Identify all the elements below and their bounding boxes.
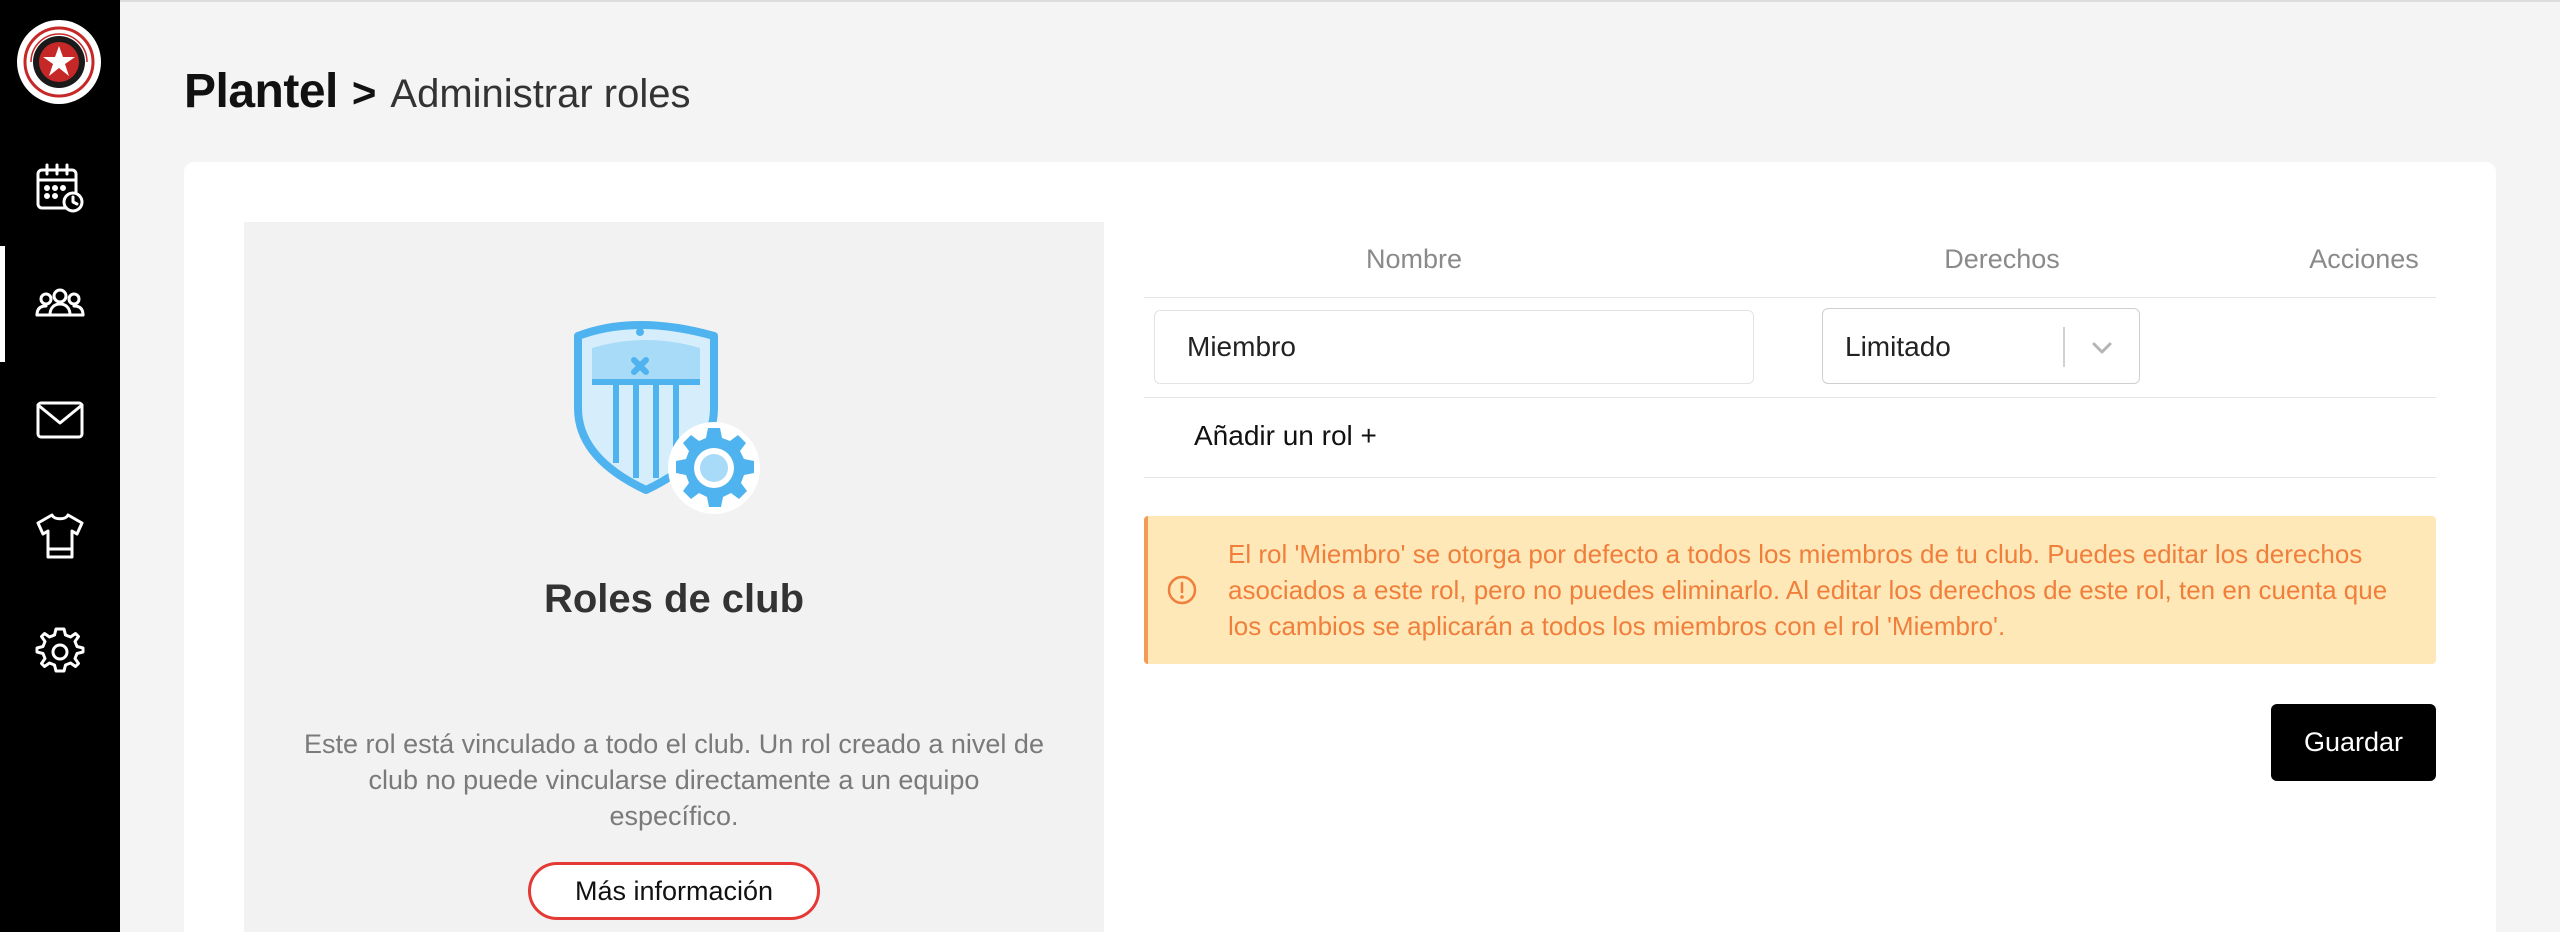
roles-table-header: Nombre Derechos Acciones — [1144, 222, 2436, 298]
sidebar-item-messages[interactable] — [0, 362, 120, 478]
sidebar-item-kits[interactable] — [0, 478, 120, 594]
club-logo[interactable] — [17, 20, 101, 104]
sidebar-item-settings[interactable] — [0, 594, 120, 710]
gear-icon — [35, 627, 85, 673]
jersey-icon — [36, 513, 84, 559]
rights-select-value: Limitado — [1845, 331, 1951, 362]
default-role-alert: El rol 'Miembro' se otorga por defecto a… — [1144, 516, 2436, 664]
column-header-rights: Derechos — [1944, 244, 2060, 274]
save-button[interactable]: Guardar — [2271, 704, 2436, 781]
team-icon — [35, 288, 85, 317]
sidebar — [0, 0, 120, 932]
calendar-icon — [36, 163, 84, 213]
add-role-button[interactable]: Añadir un rol + — [1194, 420, 1377, 452]
club-crest-icon — [19, 22, 99, 102]
column-header-name: Nombre — [1365, 244, 1463, 274]
mail-icon — [36, 401, 84, 439]
info-circle-icon — [1167, 575, 1197, 605]
shield-gear-icon — [574, 321, 760, 514]
breadcrumb-root[interactable]: Plantel — [184, 64, 338, 119]
top-border — [0, 0, 2560, 2]
breadcrumb: Plantel > Administrar roles — [184, 64, 691, 124]
role-name-input[interactable] — [1154, 310, 1754, 384]
page-title: Administrar roles — [390, 72, 691, 116]
alert-message: El rol 'Miembro' se otorga por defecto a… — [1228, 539, 2388, 641]
sidebar-item-team[interactable] — [0, 246, 120, 362]
table-row: Limitado — [1144, 298, 2436, 398]
chevron-down-icon[interactable] — [2087, 333, 2117, 363]
more-info-button[interactable]: Más información — [528, 862, 820, 920]
rights-select[interactable]: Limitado — [1822, 308, 2140, 384]
add-role-row: Añadir un rol + — [1144, 398, 2436, 478]
select-divider — [2063, 327, 2065, 367]
column-header-actions: Acciones — [2309, 244, 2419, 274]
panel-title: Roles de club — [543, 577, 805, 621]
club-roles-panel: Roles de club Este rol está vinculado a … — [244, 222, 1104, 932]
breadcrumb-separator: > — [351, 69, 377, 116]
sidebar-item-calendar[interactable] — [0, 130, 120, 246]
roles-card: Roles de club Este rol está vinculado a … — [184, 162, 2496, 932]
panel-description: Este rol está vinculado a todo el club. … — [304, 729, 1044, 831]
